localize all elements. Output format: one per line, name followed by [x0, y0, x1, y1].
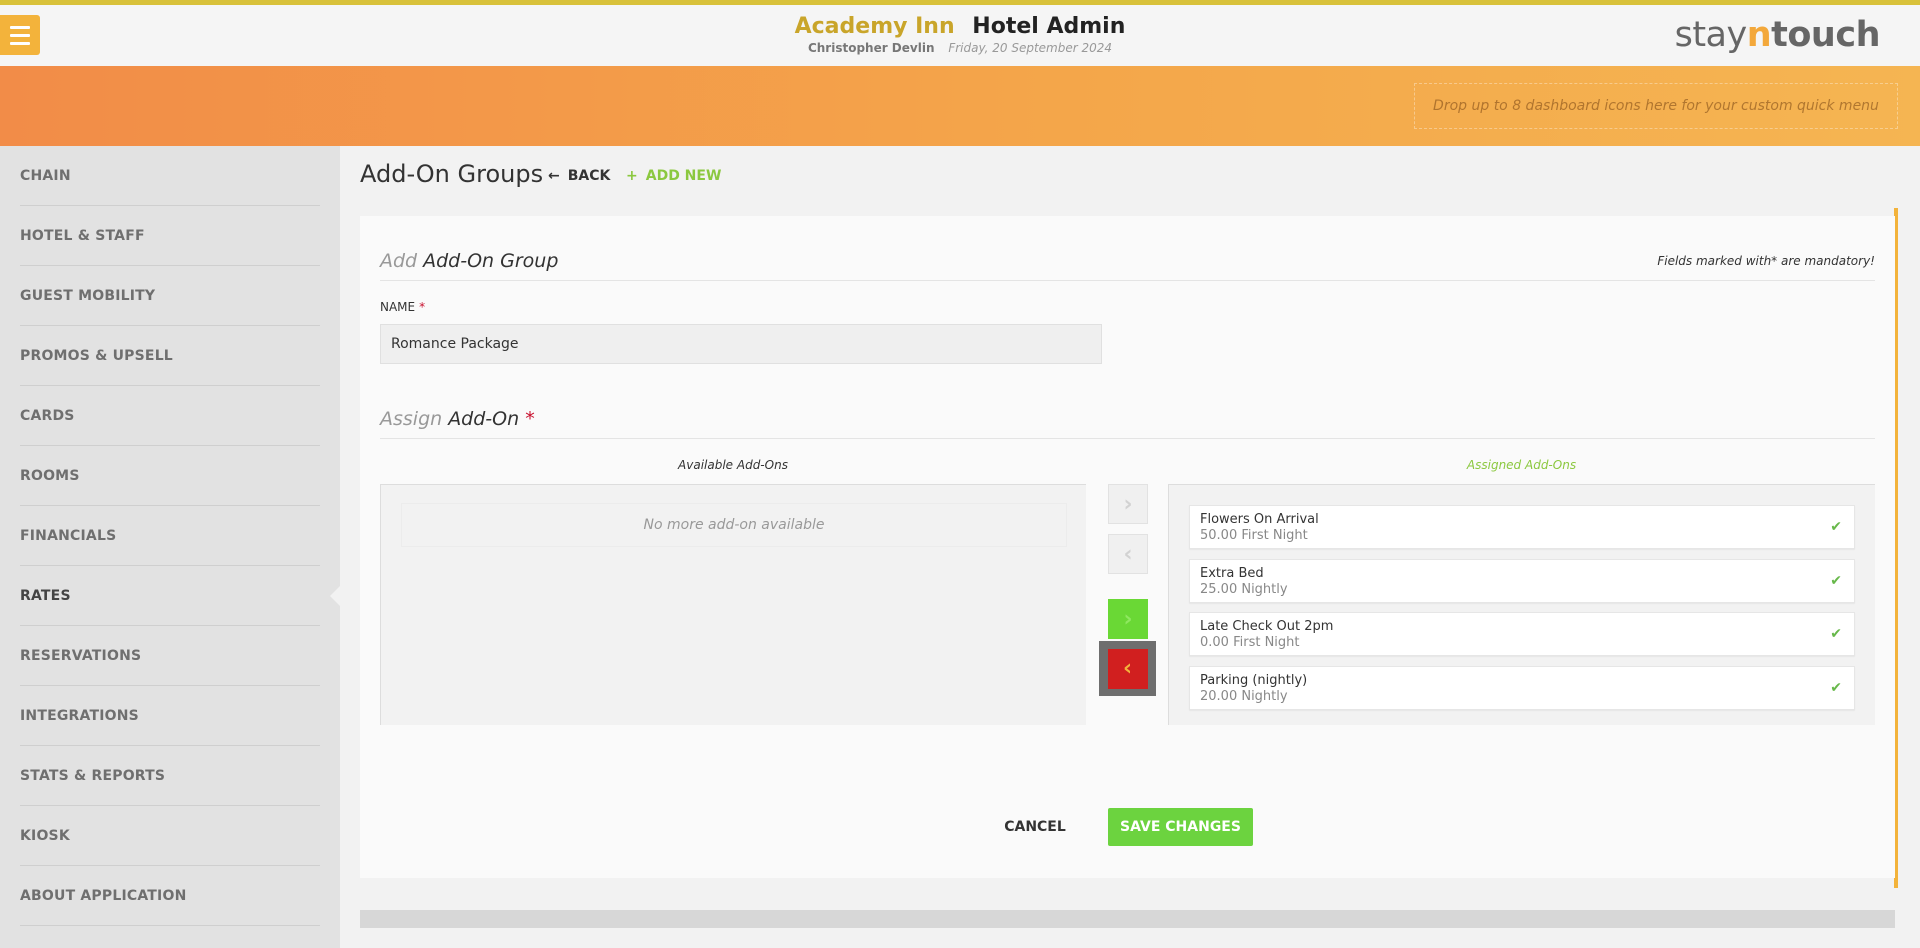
sidebar-item-rooms[interactable]: ROOMS [20, 446, 320, 506]
addon-price: 50.00 First Night [1200, 528, 1308, 543]
checkmark-icon: ✔ [1830, 626, 1842, 642]
list-item[interactable]: Extra Bed 25.00 Nightly ✔ [1189, 559, 1855, 603]
add-new-button[interactable]: + ADD NEW [626, 168, 721, 184]
empty-list-message: No more add-on available [401, 503, 1067, 547]
move-all-left-button[interactable]: ‹ [1099, 641, 1156, 696]
chevron-right-icon: › [1123, 491, 1133, 517]
addon-price: 0.00 First Night [1200, 635, 1300, 650]
assigned-addons-title: Assigned Add-Ons [1466, 458, 1577, 472]
arrow-left-icon: ← [548, 168, 560, 184]
name-input[interactable] [380, 324, 1102, 364]
business-date: Friday, 20 September 2024 [948, 41, 1113, 55]
checkmark-icon: ✔ [1830, 680, 1842, 696]
addon-name: Late Check Out 2pm [1200, 619, 1334, 634]
hamburger-menu-button[interactable] [0, 15, 40, 55]
save-changes-button[interactable]: SAVE CHANGES [1108, 808, 1253, 846]
addon-name: Parking (nightly) [1200, 673, 1308, 688]
stayntouch-logo: stayntouch [1674, 15, 1881, 55]
cancel-button[interactable]: CANCEL [1000, 808, 1070, 846]
app-title: Hotel Admin [972, 14, 1126, 39]
app-header: Academy Inn Hotel Admin Christopher Devl… [0, 5, 1920, 66]
addon-name: Extra Bed [1200, 566, 1264, 581]
list-item[interactable]: Late Check Out 2pm 0.00 First Night ✔ [1189, 612, 1855, 656]
sidebar-item-chain[interactable]: CHAIN [20, 146, 320, 206]
sidebar-item-kiosk[interactable]: KIOSK [20, 806, 320, 866]
header-title-block: Academy Inn Hotel Admin Christopher Devl… [760, 13, 1160, 55]
sidebar: CHAIN HOTEL & STAFF GUEST MOBILITY PROMO… [0, 146, 340, 948]
sidebar-item-rates[interactable]: RATES [20, 566, 320, 626]
header-subtitle: Christopher Devlin Friday, 20 September … [760, 41, 1160, 55]
sidebar-item-hotel-staff[interactable]: HOTEL & STAFF [20, 206, 320, 266]
assigned-addons-list: Flowers On Arrival 50.00 First Night ✔ E… [1168, 484, 1875, 725]
sidebar-item-stats-reports[interactable]: STATS & REPORTS [20, 746, 320, 806]
quick-menu-dropzone[interactable]: Drop up to 8 dashboard icons here for yo… [1414, 83, 1898, 129]
list-item[interactable]: Flowers On Arrival 50.00 First Night ✔ [1189, 505, 1855, 549]
sidebar-item-about-application[interactable]: ABOUT APPLICATION [20, 866, 320, 926]
add-on-group-form: Add Add-On Group Fields marked with* are … [360, 216, 1895, 878]
form-heading: Add Add-On Group [380, 250, 559, 272]
sidebar-item-integrations[interactable]: INTEGRATIONS [20, 686, 320, 746]
hotel-name[interactable]: Academy Inn [795, 14, 955, 39]
plus-icon: + [626, 168, 638, 184]
sidebar-item-financials[interactable]: FINANCIALS [20, 506, 320, 566]
checkmark-icon: ✔ [1830, 573, 1842, 589]
name-label: NAME * [380, 300, 426, 314]
available-addons-title: Available Add-Ons [678, 458, 788, 472]
horizontal-scrollbar[interactable] [360, 910, 1895, 928]
dashboard-banner: Drop up to 8 dashboard icons here for yo… [0, 66, 1920, 146]
sidebar-item-cards[interactable]: CARDS [20, 386, 320, 446]
mandatory-note: Fields marked with* are mandatory! [1657, 254, 1875, 268]
assign-heading: Assign Add-On * [380, 408, 535, 430]
add-new-label: ADD NEW [645, 168, 722, 184]
header-title: Academy Inn Hotel Admin [760, 13, 1160, 41]
divider [380, 280, 1875, 281]
chevron-right-icon: › [1123, 606, 1133, 632]
back-label: BACK [567, 168, 611, 184]
hamburger-icon [10, 25, 30, 29]
chevron-left-icon: ‹ [1123, 541, 1133, 567]
page-title: Add-On Groups [360, 160, 544, 188]
available-addons-list: No more add-on available [380, 484, 1086, 725]
checkmark-icon: ✔ [1830, 519, 1842, 535]
move-all-right-button[interactable]: › [1108, 599, 1148, 639]
remove-all-button-face: ‹ [1107, 648, 1148, 689]
chevron-left-icon: ‹ [1122, 656, 1133, 681]
addon-name: Flowers On Arrival [1200, 512, 1319, 527]
sidebar-item-reservations[interactable]: RESERVATIONS [20, 626, 320, 686]
move-selected-right-button[interactable]: › [1108, 484, 1148, 524]
active-item-pointer [330, 586, 340, 606]
divider [380, 438, 1875, 439]
sidebar-item-guest-mobility[interactable]: GUEST MOBILITY [20, 266, 320, 326]
user-name: Christopher Devlin [807, 41, 935, 55]
list-item[interactable]: Parking (nightly) 20.00 Nightly ✔ [1189, 666, 1855, 710]
back-button[interactable]: ← BACK [548, 168, 610, 184]
move-selected-left-button[interactable]: ‹ [1108, 534, 1148, 574]
addon-price: 20.00 Nightly [1200, 689, 1288, 704]
sidebar-item-promos-upsell[interactable]: PROMOS & UPSELL [20, 326, 320, 386]
addon-price: 25.00 Nightly [1200, 582, 1288, 597]
